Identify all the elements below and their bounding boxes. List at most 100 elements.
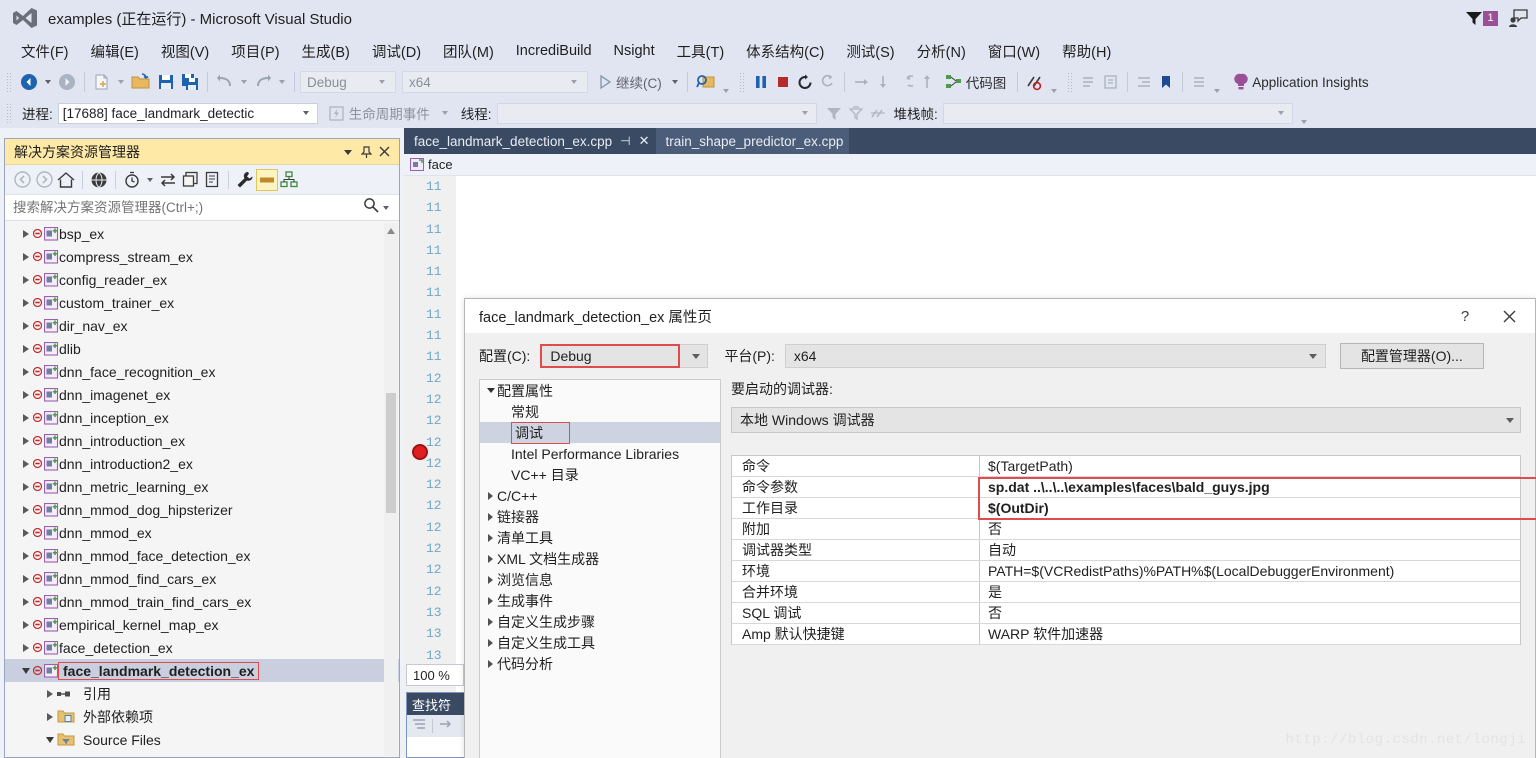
tree-item[interactable]: dnn_imagenet_ex	[5, 383, 399, 406]
search-input[interactable]	[13, 200, 363, 215]
property-grid-row[interactable]: 环境 PATH=$(VCRedistPaths)%PATH%$(LocalDebu…	[732, 561, 1520, 582]
debugger-to-launch-combo[interactable]: 本地 Windows 调试器	[731, 407, 1521, 433]
chevron-right-icon[interactable]	[19, 572, 33, 586]
redo-dropdown[interactable]	[279, 80, 285, 84]
debug-toolbar-grip[interactable]	[738, 72, 746, 92]
se-wrench-icon[interactable]	[234, 169, 256, 191]
navigate-backward-dropdown[interactable]	[45, 80, 51, 84]
chevron-right-icon[interactable]	[484, 659, 497, 668]
notification-funnel-icon[interactable]	[1465, 10, 1483, 26]
tree-item[interactable]: face_detection_ex	[5, 636, 399, 659]
help-button[interactable]: ?	[1443, 300, 1487, 332]
se-sync-icon[interactable]	[157, 169, 179, 191]
property-grid-row[interactable]: 调试器类型 自动	[732, 540, 1520, 561]
menu-item-help[interactable]: 帮助(H)	[1051, 38, 1122, 65]
tree-item[interactable]: 引用	[5, 682, 399, 705]
tree-item[interactable]: 外部依赖项	[5, 705, 399, 728]
chevron-right-icon[interactable]	[484, 533, 497, 542]
redo-button[interactable]	[251, 70, 275, 94]
extra-list-button[interactable]	[1188, 70, 1210, 94]
continue-button[interactable]: 继续(C)	[594, 70, 668, 94]
tab-face-landmark-detection-ex-cpp[interactable]: face_landmark_detection_ex.cpp ⊣ ✕	[404, 128, 656, 154]
tree-item[interactable]: dnn_introduction_ex	[5, 429, 399, 452]
se-preview-selected-icon[interactable]	[256, 168, 278, 191]
menu-item-file[interactable]: 文件(F)	[10, 38, 80, 65]
menu-item-debug[interactable]: 调试(D)	[361, 38, 432, 65]
menu-item-analyze[interactable]: 分析(N)	[906, 38, 977, 65]
feedback-smiley-icon[interactable]	[1508, 9, 1528, 27]
chevron-right-icon[interactable]	[19, 480, 33, 494]
property-category-item[interactable]: Intel Performance Libraries	[480, 443, 720, 464]
property-category-item[interactable]: 生成事件	[480, 590, 720, 611]
open-file-button[interactable]	[128, 70, 154, 94]
se-globe-icon[interactable]	[88, 169, 110, 191]
se-class-view-icon[interactable]	[278, 169, 300, 191]
extra-toolbar-grip[interactable]	[1067, 72, 1075, 92]
panel-menu-chevron-icon[interactable]	[339, 143, 357, 161]
property-grid-row[interactable]: 附加否	[732, 519, 1520, 540]
debug-location-grip[interactable]	[6, 103, 13, 123]
chevron-right-icon[interactable]	[19, 319, 33, 333]
solution-explorer-scrollbar[interactable]	[384, 223, 398, 756]
se-pending-dropdown[interactable]	[147, 177, 153, 182]
tree-item[interactable]: custom_trainer_ex	[5, 291, 399, 314]
solution-configuration-combo[interactable]: Debug	[300, 71, 396, 93]
chevron-right-icon[interactable]	[19, 503, 33, 517]
notification-count-badge[interactable]: 1	[1483, 10, 1498, 26]
thread-filter-button[interactable]	[823, 101, 845, 125]
property-grid-row[interactable]: 工作目录 $(OutDir)	[732, 498, 1520, 519]
property-category-item[interactable]: XML 文档生成器	[480, 548, 720, 569]
menu-item-build[interactable]: 生成(B)	[291, 38, 361, 65]
undo-button[interactable]	[213, 70, 237, 94]
chevron-right-icon[interactable]	[484, 512, 497, 521]
property-category-item[interactable]: 常规	[480, 401, 720, 422]
tree-item[interactable]: Source Files	[5, 728, 399, 751]
decrease-indent-button[interactable]	[1133, 70, 1155, 94]
se-back-icon[interactable]	[11, 169, 33, 191]
config-manager-button[interactable]: 配置管理器(O)...	[1339, 343, 1484, 369]
property-value[interactable]: 否	[980, 603, 1520, 623]
tab-train-shape-predictor-ex-cpp[interactable]: train_shape_predictor_ex.cpp	[655, 128, 850, 154]
property-category-item[interactable]: 代码分析	[480, 653, 720, 674]
property-value[interactable]: WARP 软件加速器	[980, 624, 1520, 644]
chevron-right-icon[interactable]	[484, 596, 497, 605]
find-symbol-list-icon[interactable]	[412, 717, 427, 736]
property-category-item[interactable]: 调试	[480, 421, 720, 444]
chevron-right-icon[interactable]	[484, 575, 497, 584]
menu-item-view[interactable]: 视图(V)	[150, 38, 220, 65]
chevron-right-icon[interactable]	[484, 638, 497, 647]
tab-close-icon[interactable]: ✕	[639, 133, 650, 149]
lifecycle-events-button[interactable]: 生命周期事件	[326, 101, 438, 125]
tree-item[interactable]: empirical_kernel_map_ex	[5, 613, 399, 636]
chevron-right-icon[interactable]	[19, 250, 33, 264]
chevron-down-icon[interactable]	[484, 388, 497, 393]
intellitrace-dropdown[interactable]	[1051, 89, 1058, 93]
property-category-item[interactable]: 配置属性	[480, 380, 720, 401]
tree-item[interactable]: config_reader_ex	[5, 268, 399, 291]
se-pending-changes-icon[interactable]	[121, 169, 143, 191]
solution-platform-combo[interactable]: x64	[402, 71, 588, 93]
chevron-right-icon[interactable]	[19, 549, 33, 563]
tab-pin-icon[interactable]: ⊣	[620, 134, 630, 148]
breakpoint-marker[interactable]	[412, 444, 428, 460]
property-value[interactable]: PATH=$(VCRedistPaths)%PATH%$(LocalDebugg…	[980, 561, 1520, 581]
chevron-right-icon[interactable]	[19, 365, 33, 379]
close-button[interactable]	[1487, 300, 1531, 332]
scroll-up-arrow-icon[interactable]	[387, 228, 395, 234]
search-options-dropdown[interactable]	[383, 205, 389, 210]
config-combo-chevron-area[interactable]	[680, 344, 709, 368]
toolbar-grip[interactable]	[6, 72, 13, 92]
chevron-right-icon[interactable]	[19, 618, 33, 632]
chevron-right-icon[interactable]	[43, 687, 57, 701]
new-project-button[interactable]	[90, 70, 114, 94]
continue-dropdown[interactable]	[671, 80, 678, 84]
property-value[interactable]: sp.dat ..\..\..\examples\faces\bald_guys…	[980, 477, 1520, 497]
editor-zoom-level[interactable]: 100 %	[406, 664, 464, 686]
thread-combo[interactable]	[496, 102, 817, 124]
property-category-tree[interactable]: 配置属性 常规 调试 Intel Performance Libraries VC++ …	[479, 379, 721, 758]
tree-item[interactable]: face_landmark_detection_ex	[5, 659, 399, 682]
tree-item[interactable]: dnn_mmod_find_cars_ex	[5, 567, 399, 590]
property-category-item[interactable]: VC++ 目录	[480, 464, 720, 485]
property-value[interactable]: 是	[980, 582, 1520, 602]
menu-item-project[interactable]: 项目(P)	[220, 38, 290, 65]
